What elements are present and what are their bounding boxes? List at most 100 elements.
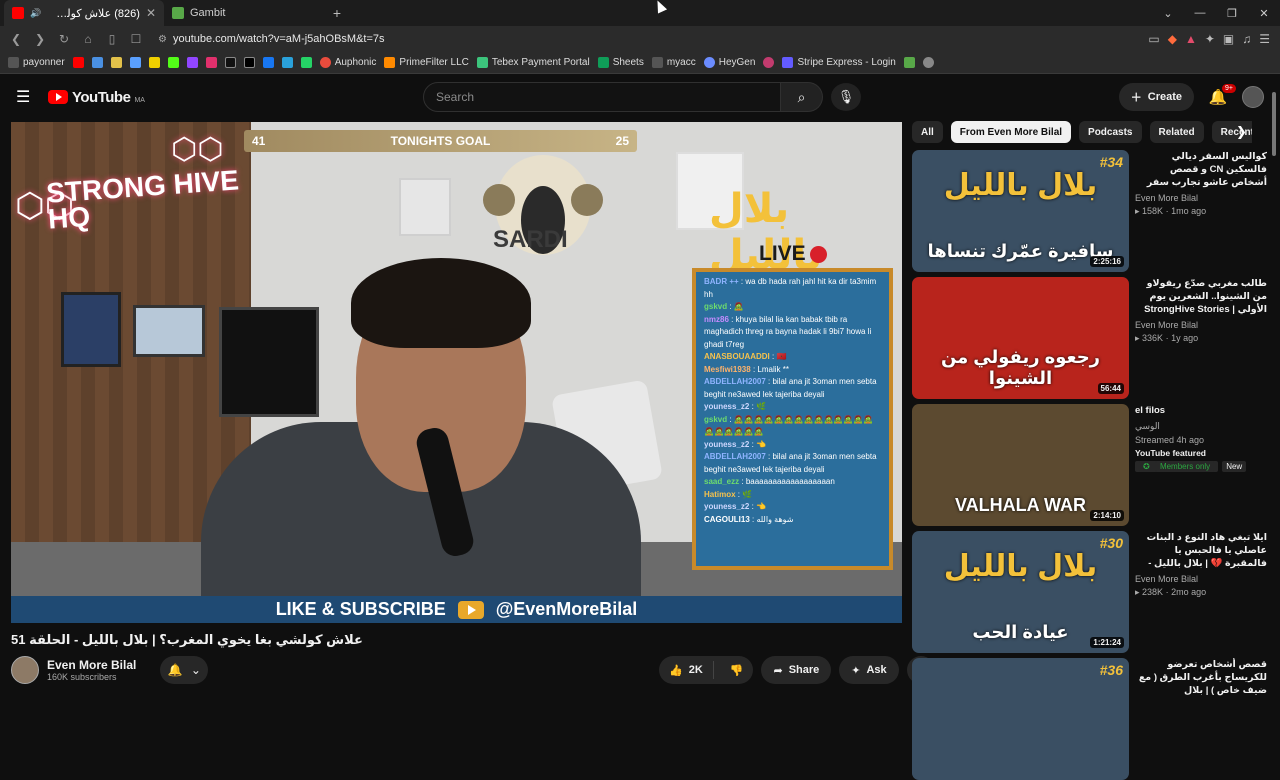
search-button[interactable]: ⌕ (781, 82, 823, 112)
bookmark-app[interactable] (129, 57, 141, 68)
stripe-icon (782, 57, 794, 68)
video-player[interactable]: ⬡⬡ ⬡⬡ STRONG HIVE HQ SARDI بلال بالليل LI… (11, 122, 902, 623)
chat-text: : 🌿 (737, 489, 753, 499)
bookmark-primefilter[interactable]: PrimeFilter LLC (384, 57, 469, 68)
chip-from-channel[interactable]: From Even More Bilal (950, 121, 1072, 143)
minimize-icon[interactable]: — (1184, 0, 1216, 26)
chat-username: CAGOULI13 (704, 514, 750, 524)
recommended-channel[interactable]: الوسي (1135, 421, 1267, 432)
tab-gambit[interactable]: Gambit (164, 0, 324, 26)
close-window-icon[interactable]: ✕ (1248, 0, 1280, 26)
bookmark-twitch[interactable] (186, 57, 198, 68)
ask-button[interactable]: ✦ Ask (839, 656, 899, 684)
recommended-title[interactable]: el filos (1135, 404, 1267, 417)
account-avatar[interactable] (1242, 86, 1264, 108)
chat-username: saad_ezz (704, 477, 740, 486)
recommended-title[interactable]: ايلا تبغي هاد النوع د البنات عاصلي يا فا… (1135, 531, 1267, 570)
tab-youtube[interactable]: 🔊 (826) علاش كولشي بغا يخوي المغرب؟ | بل… (4, 0, 164, 26)
bookmark-x[interactable] (243, 57, 255, 68)
chip-all[interactable]: All (912, 121, 943, 143)
video-thumbnail[interactable]: VALHALA WAR 2:14:10 (912, 404, 1129, 526)
recommended-video[interactable]: VALHALA WAR 2:14:10 el filos الوسي Streamed … (912, 404, 1267, 526)
chip-podcasts[interactable]: Podcasts (1079, 121, 1142, 143)
notifications-button[interactable]: 🔔 9+ (1206, 84, 1236, 106)
url-field[interactable]: ⚙ youtube.com/watch?v=aM-j5ahOBsM&t=7s (150, 29, 1144, 49)
site-info-icon[interactable]: ⚙ (158, 34, 167, 45)
sidebar-icon[interactable]: ▯ (102, 32, 122, 46)
create-button[interactable]: ＋ Create (1118, 83, 1194, 111)
forward-icon[interactable]: ❯ (30, 32, 50, 46)
bookmark-globe[interactable] (922, 57, 934, 68)
bookmark-sheets[interactable]: Sheets (597, 57, 644, 68)
bookmark-myacc[interactable]: myacc (651, 57, 696, 68)
rewards-icon[interactable]: ▲ (1185, 32, 1197, 46)
close-tab-icon[interactable]: ✕ (146, 6, 156, 20)
share-button[interactable]: ➦ Share (761, 656, 832, 684)
video-thumbnail[interactable]: بلال بالليل #34 سافيرة عمّرك تنساها 2:25:16 (912, 150, 1129, 272)
channel-avatar[interactable] (11, 656, 39, 684)
recommended-video[interactable]: بلال بالليل #30 عيادة الحب 1:21:24 ايلا تبغي… (912, 531, 1267, 653)
bookmark-instagram[interactable] (205, 57, 217, 68)
bookmark-tiktok[interactable] (224, 57, 236, 68)
chat-username: youness_z2 (704, 502, 750, 511)
youtube-logo[interactable]: YouTube MA (48, 89, 145, 106)
channel-name[interactable]: Even More Bilal (47, 658, 136, 672)
media-icon[interactable]: ♫ (1242, 32, 1251, 46)
bookmark-tebex[interactable]: Tebex Payment Portal (476, 57, 590, 68)
bookmark-whatsapp[interactable] (300, 57, 312, 68)
recommended-title[interactable]: قصص أشخاص تعرضو للكريساج بأغرب الطرق ( م… (1135, 658, 1267, 697)
recommended-video[interactable]: #36 قصص أشخاص تعرضو للكريساج بأغرب الطرق … (912, 658, 1267, 780)
scrollbar-thumb[interactable] (1272, 92, 1276, 156)
recommended-channel[interactable]: Even More Bilal (1135, 193, 1267, 203)
bookmark-payonner[interactable]: payonner (8, 57, 65, 68)
menu-icon[interactable]: ☰ (1259, 32, 1270, 46)
search-input[interactable] (423, 82, 781, 112)
back-icon[interactable]: ❮ (6, 32, 26, 46)
bookmark-app[interactable] (91, 57, 103, 68)
wallet-icon[interactable]: ▣ (1223, 32, 1234, 46)
bookmark-facebook[interactable] (262, 57, 274, 68)
bookmark-app[interactable] (763, 57, 775, 68)
speaker-icon[interactable]: 🔊 (30, 8, 41, 19)
recommended-video[interactable]: بلال بالليل #34 سافيرة عمّرك تنساها 2:25:16… (912, 150, 1267, 272)
recommended-channel[interactable]: Even More Bilal (1135, 574, 1267, 584)
cast-icon[interactable]: ▭ (1148, 32, 1159, 46)
new-tab-button[interactable]: + (324, 0, 350, 26)
tiktok-icon (224, 57, 236, 68)
bookmark-app[interactable] (903, 57, 915, 68)
country-code: MA (134, 96, 145, 104)
bookmark-auphonic[interactable]: Auphonic (319, 57, 376, 68)
chevron-right-icon[interactable]: ❯ (1236, 124, 1247, 140)
video-thumbnail[interactable]: بلال بالليل #30 عيادة الحب 1:21:24 (912, 531, 1129, 653)
recommended-title[interactable]: طالب مغربي صدّع ريفولاو من الشينوا.. الش… (1135, 277, 1267, 316)
page-scrollbar[interactable] (1270, 88, 1278, 688)
chat-username: BADR ++ (704, 277, 739, 286)
bookmark-youtube[interactable] (72, 57, 84, 68)
tab-list-icon[interactable]: ⌄ (1152, 0, 1184, 26)
brave-shield-icon[interactable]: ◆ (1168, 32, 1177, 46)
bookmarks-bar: payonner Auphonic PrimeFilter LLC Tebex … (0, 52, 1280, 74)
like-button[interactable]: 👍 2K (659, 661, 714, 679)
bookmark-app[interactable] (110, 57, 122, 68)
dislike-button[interactable]: 👎 (720, 664, 754, 677)
recommended-title[interactable]: كواليس السفر ديالي فالسكين CN و قصص أشخا… (1135, 150, 1267, 189)
bookmark-app[interactable] (148, 57, 160, 68)
home-icon[interactable]: ⌂ (78, 32, 98, 46)
recommended-channel[interactable]: Even More Bilal (1135, 320, 1267, 330)
chat-text: : baaaaaaaaaaaaaaaaaan (741, 477, 835, 486)
maximize-icon[interactable]: ❐ (1216, 0, 1248, 26)
bookmark-telegram[interactable] (281, 57, 293, 68)
video-thumbnail[interactable]: #36 (912, 658, 1129, 780)
bookmark-kick[interactable] (167, 57, 179, 68)
recommended-video[interactable]: رجعوه ريفولي من الشينوا 56:44 طالب مغربي ص… (912, 277, 1267, 399)
extensions-icon[interactable]: ✦ (1205, 32, 1215, 46)
menu-hamburger-icon[interactable]: ☰ (16, 87, 32, 107)
voice-search-button[interactable]: 🎙 (831, 83, 861, 111)
chip-related[interactable]: Related (1149, 121, 1204, 143)
bookmark-stripe[interactable]: Stripe Express - Login (782, 57, 896, 68)
subscription-notification-button[interactable]: 🔔 ⌄ (160, 656, 209, 684)
reload-icon[interactable]: ↻ (54, 32, 74, 46)
bookmark-icon[interactable]: ☐ (126, 32, 146, 46)
bookmark-heygen[interactable]: HeyGen (703, 57, 755, 68)
video-thumbnail[interactable]: رجعوه ريفولي من الشينوا 56:44 (912, 277, 1129, 399)
